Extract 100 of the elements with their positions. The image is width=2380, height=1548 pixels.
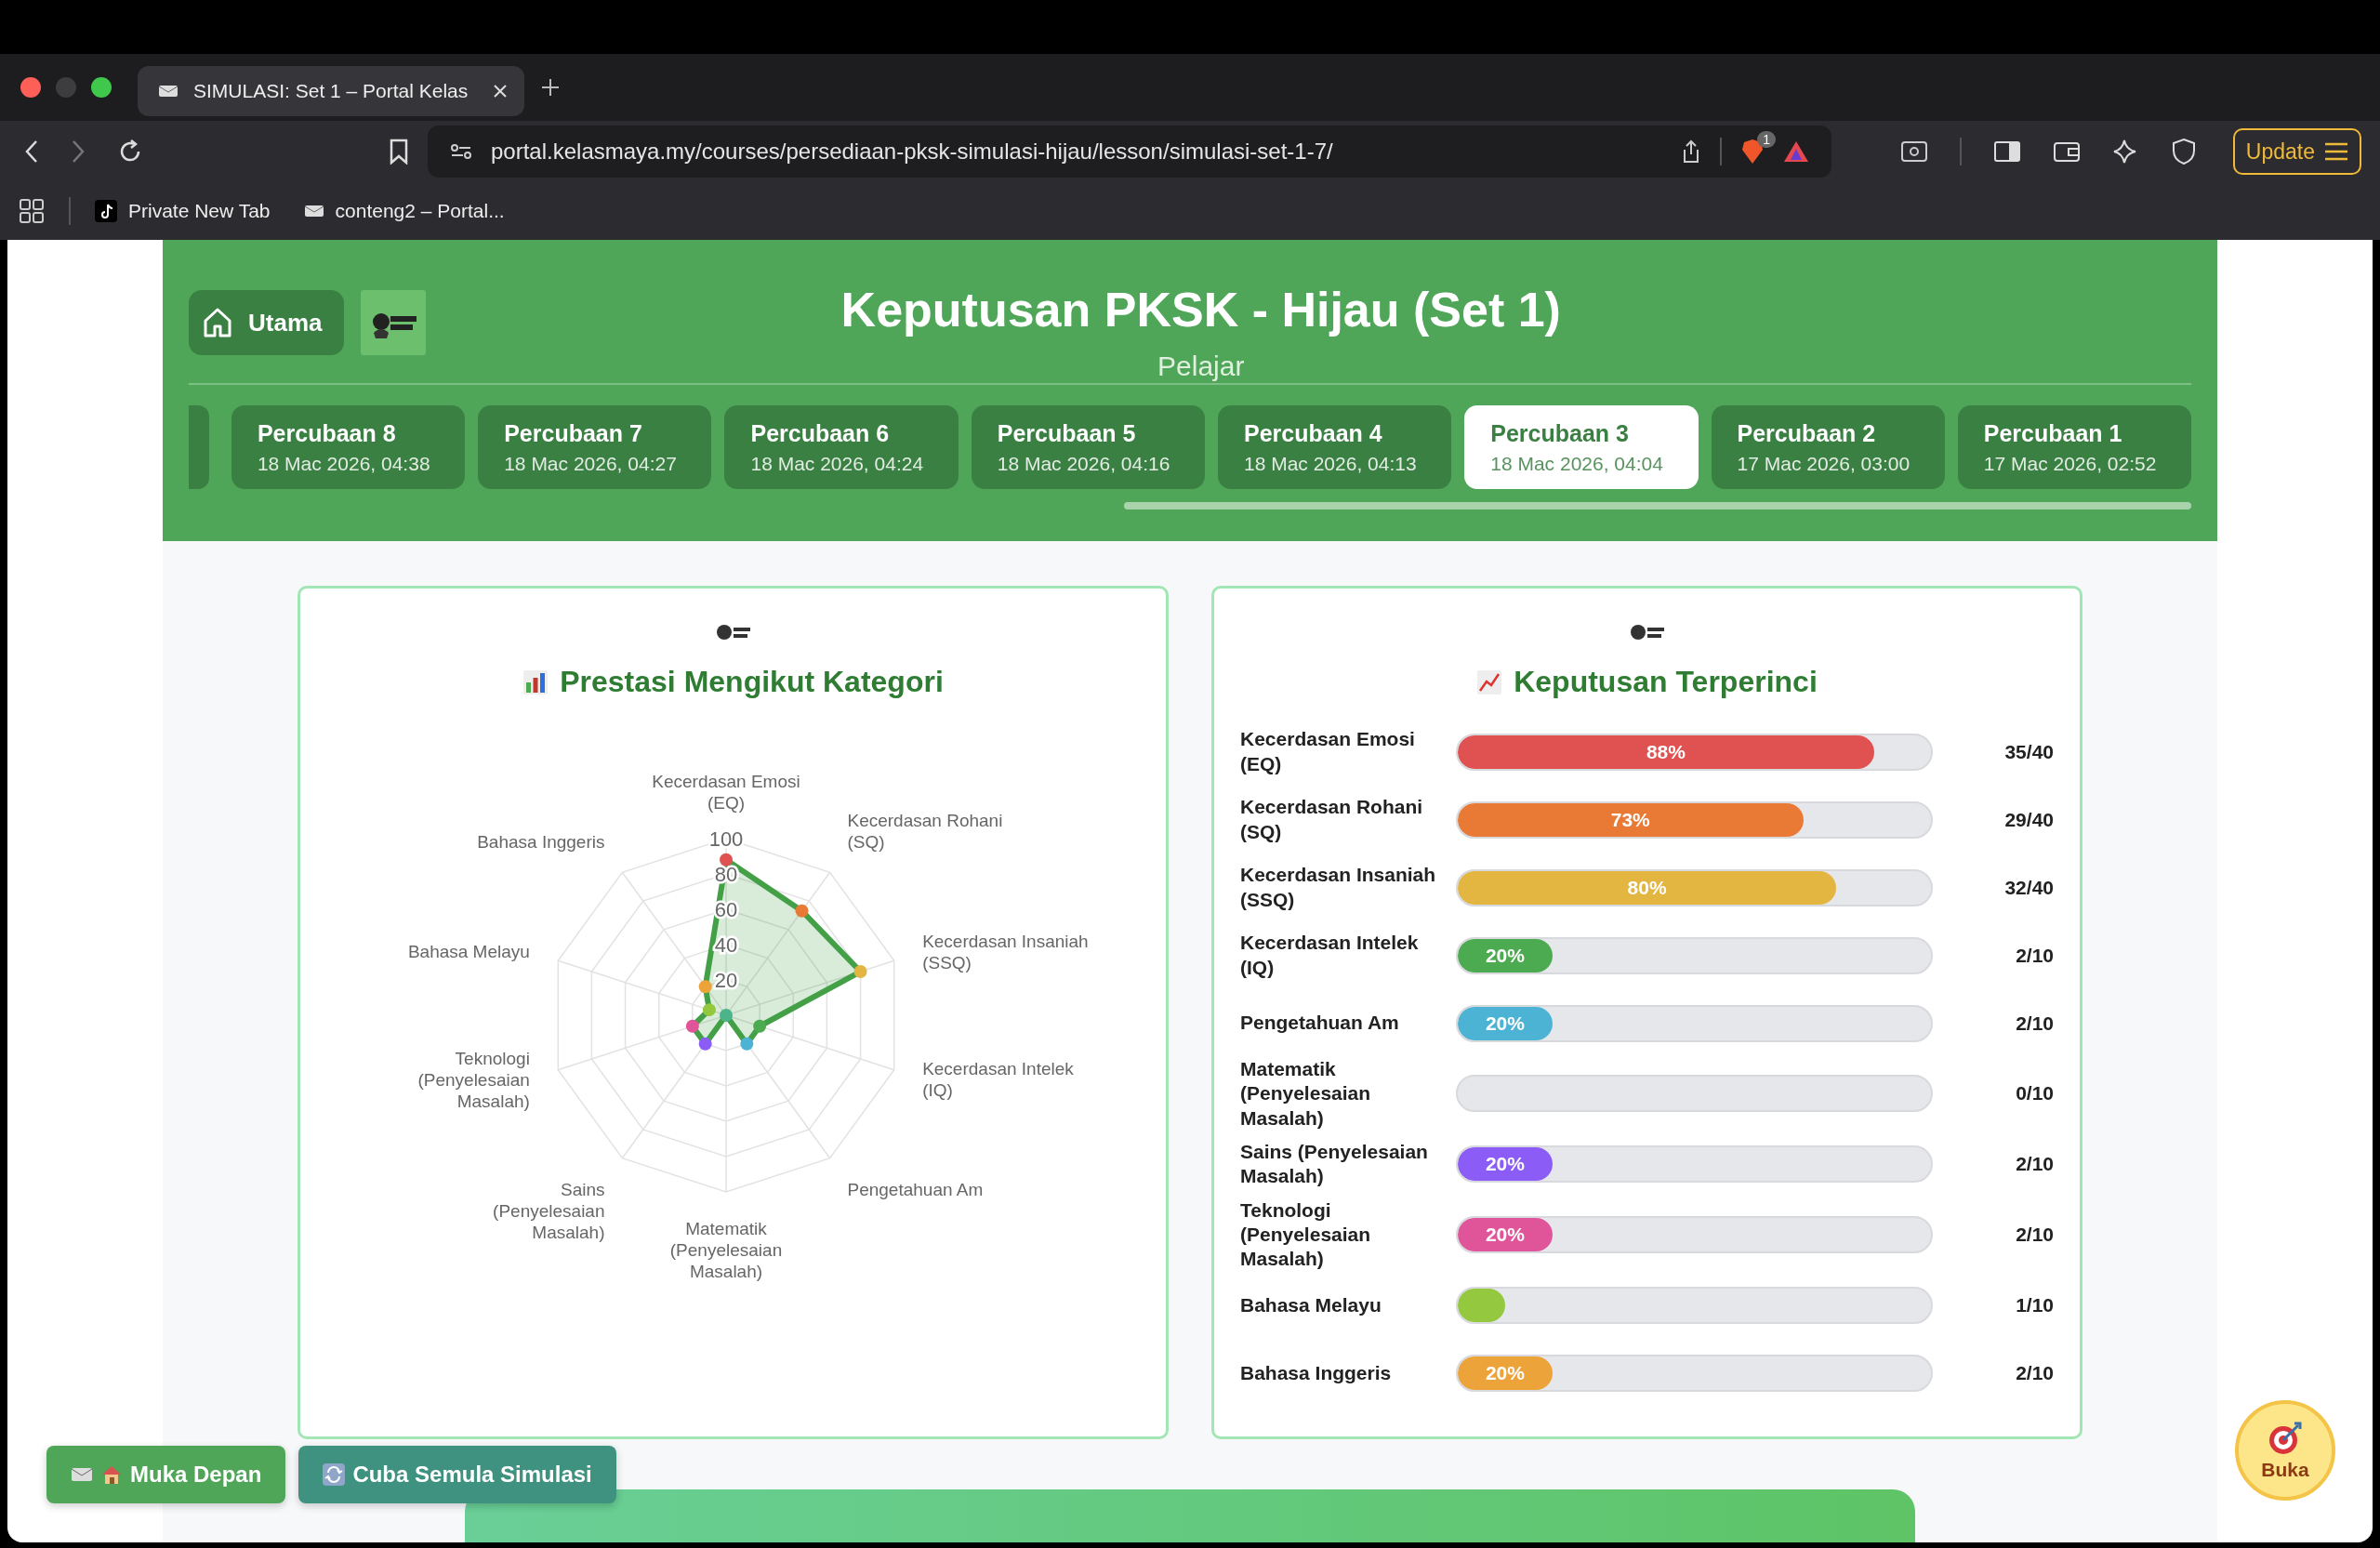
bar-chart-icon (522, 668, 549, 695)
triangle-icon[interactable] (1783, 140, 1809, 163)
axis-label: Pengetahuan Am (847, 1179, 983, 1199)
axis-label: Bahasa Inggeris (476, 832, 604, 853)
tab-title: SIMULASI: Set 1 – Portal Kelas (193, 80, 469, 102)
share-icon[interactable] (1681, 139, 1701, 164)
category-label: Bahasa Inggeris (1240, 1360, 1393, 1385)
axis-label: Bahasa Melayu (407, 942, 530, 962)
update-button[interactable]: Update (2232, 128, 2361, 175)
percent-label: 20% (1485, 1012, 1525, 1035)
screenshot-icon[interactable] (1899, 139, 1928, 164)
attempt-tab[interactable]: Percubaan 3 18 Mac 2026, 04:04 (1464, 405, 1699, 489)
score-text: 2/10 (2015, 1224, 2054, 1247)
attempt-tab[interactable]: Percubaan 2 17 Mac 2026, 03:00 (1711, 405, 1945, 489)
envelope-icon (303, 205, 324, 218)
category-label: Kecerdasan Insaniah (SSQ) (1240, 863, 1437, 912)
blocked-count-badge: 1 (1757, 131, 1776, 148)
url-text: portal.kelasmaya.my/courses/persediaan-pksk-simulasi-hijau/lesson/simulasi-set-1-7/ (491, 139, 1333, 165)
axis-label: Kecerdasan Insaniah (SSQ) (921, 931, 1089, 972)
house-icon (100, 1463, 123, 1486)
data-point (698, 980, 712, 994)
category-label: Matematik (Penyelesaian Masalah) (1240, 1057, 1372, 1131)
back-icon[interactable] (24, 139, 39, 164)
axis-label: Teknologi (Penyelesaian Masalah) (416, 1048, 530, 1111)
tick-label: 100 (708, 827, 743, 851)
data-point (752, 1019, 766, 1033)
score-text: 2/10 (2015, 1012, 2054, 1035)
shield-icon[interactable] (2171, 138, 2196, 165)
axis-label: Kecerdasan Rohani (SQ) (847, 811, 1002, 853)
percent-label: 20% (1485, 1224, 1525, 1247)
tick-label: 20 (714, 969, 737, 992)
browser-tab[interactable]: SIMULASI: Set 1 – Portal Kelas (138, 66, 524, 116)
card-title: Keputusan Terperinci (1514, 665, 1818, 699)
open-button[interactable]: Buka (2235, 1400, 2335, 1501)
page-subtitle: Pelajar (1157, 351, 1245, 382)
close-window-icon[interactable] (20, 77, 41, 98)
category-label: Kecerdasan Intelek (IQ) (1240, 931, 1420, 980)
grid-icon[interactable] (19, 198, 45, 224)
score-text: 1/10 (2015, 1294, 2054, 1316)
score-text: 32/40 (2003, 876, 2054, 899)
data-point (702, 1003, 716, 1017)
data-point (719, 853, 733, 867)
score-text: 2/10 (2015, 944, 2054, 967)
percent-label: 80% (1627, 876, 1667, 899)
data-point (795, 904, 809, 918)
axis-label: Kecerdasan Emosi (EQ) (651, 772, 800, 813)
category-label: Bahasa Melayu (1240, 1292, 1382, 1317)
data-point (739, 1037, 753, 1051)
retry-button[interactable]: Cuba Semula Simulasi (298, 1446, 616, 1503)
wallet-icon[interactable] (2052, 139, 2081, 164)
maximize-window-icon[interactable] (91, 77, 112, 98)
category-label: Kecerdasan Rohani (SQ) (1240, 795, 1424, 844)
percent-label: 20% (1485, 944, 1525, 967)
data-point (685, 1019, 699, 1033)
category-label: Kecerdasan Emosi (EQ) (1240, 727, 1416, 776)
bookmark-link[interactable]: conteng2 – Portal... (303, 200, 505, 222)
refresh-icon (323, 1463, 346, 1486)
sidebar-icon[interactable] (1992, 139, 2021, 164)
new-tab-icon[interactable] (541, 78, 560, 97)
target-icon (2267, 1420, 2304, 1457)
attempt-tab[interactable]: Percubaan 1 17 Mac 2026, 02:52 (1957, 405, 2192, 489)
shield-icon[interactable] (1740, 139, 1765, 165)
attempt-tab[interactable]: Percubaan 5 18 Mac 2026, 04:16 (971, 405, 1205, 489)
attempt-tab[interactable]: Percubaan 6 18 Mac 2026, 04:24 (724, 405, 959, 489)
attempt-tab[interactable]: Percubaan 8 18 Mac 2026, 04:38 (231, 405, 466, 489)
address-bar[interactable]: portal.kelasmaya.my/courses/persediaan-pksk-simulasi-hijau/lesson/simulasi-set-1-7/ 1 (428, 126, 1831, 178)
logo-icon (361, 290, 427, 355)
note-icon (95, 200, 117, 222)
percent-label: 20% (1485, 1362, 1525, 1384)
home-button[interactable]: Utama (189, 290, 345, 355)
data-point (853, 965, 867, 979)
menu-icon[interactable] (2324, 142, 2348, 161)
category-label: Pengetahuan Am (1240, 1011, 1400, 1036)
score-text: 0/10 (2015, 1082, 2054, 1105)
close-icon[interactable] (493, 84, 508, 99)
site-settings-icon[interactable] (450, 142, 472, 161)
axis-label: Kecerdasan Intelek (IQ) (921, 1059, 1074, 1101)
percent-label: 73% (1610, 808, 1650, 831)
score-text: 29/40 (2003, 808, 2054, 831)
house-icon (202, 307, 233, 338)
data-point (698, 1037, 712, 1051)
bookmark-icon[interactable] (389, 139, 409, 165)
percent-label: 88% (1646, 740, 1686, 763)
home-page-button[interactable]: Muka Depan (46, 1446, 286, 1503)
score-text: 35/40 (2003, 740, 2054, 763)
score-text: 2/10 (2015, 1153, 2054, 1176)
tick-label: 40 (714, 933, 737, 957)
percent-label: 20% (1485, 1153, 1525, 1176)
page-title: Keputusan PKSK - Hijau (Set 1) (840, 282, 1561, 337)
axis-label: Matematik (Penyelesaian Masalah) (669, 1219, 782, 1281)
bookmark-link[interactable]: Private New Tab (95, 200, 271, 222)
card-title: Prestasi Mengikut Kategori (560, 665, 944, 699)
forward-icon[interactable] (71, 139, 86, 164)
envelope-icon (71, 1467, 93, 1482)
scrollbar-thumb[interactable] (1124, 502, 2191, 509)
attempt-tab[interactable]: Percubaan 7 18 Mac 2026, 04:27 (478, 405, 712, 489)
envelope-icon (158, 85, 178, 98)
attempt-tab[interactable]: Percubaan 4 18 Mac 2026, 04:13 (1218, 405, 1452, 489)
category-label: Teknologi (Penyelesaian Masalah) (1240, 1197, 1372, 1272)
axis-label: Sains (Penyelesaian Masalah) (492, 1179, 604, 1242)
